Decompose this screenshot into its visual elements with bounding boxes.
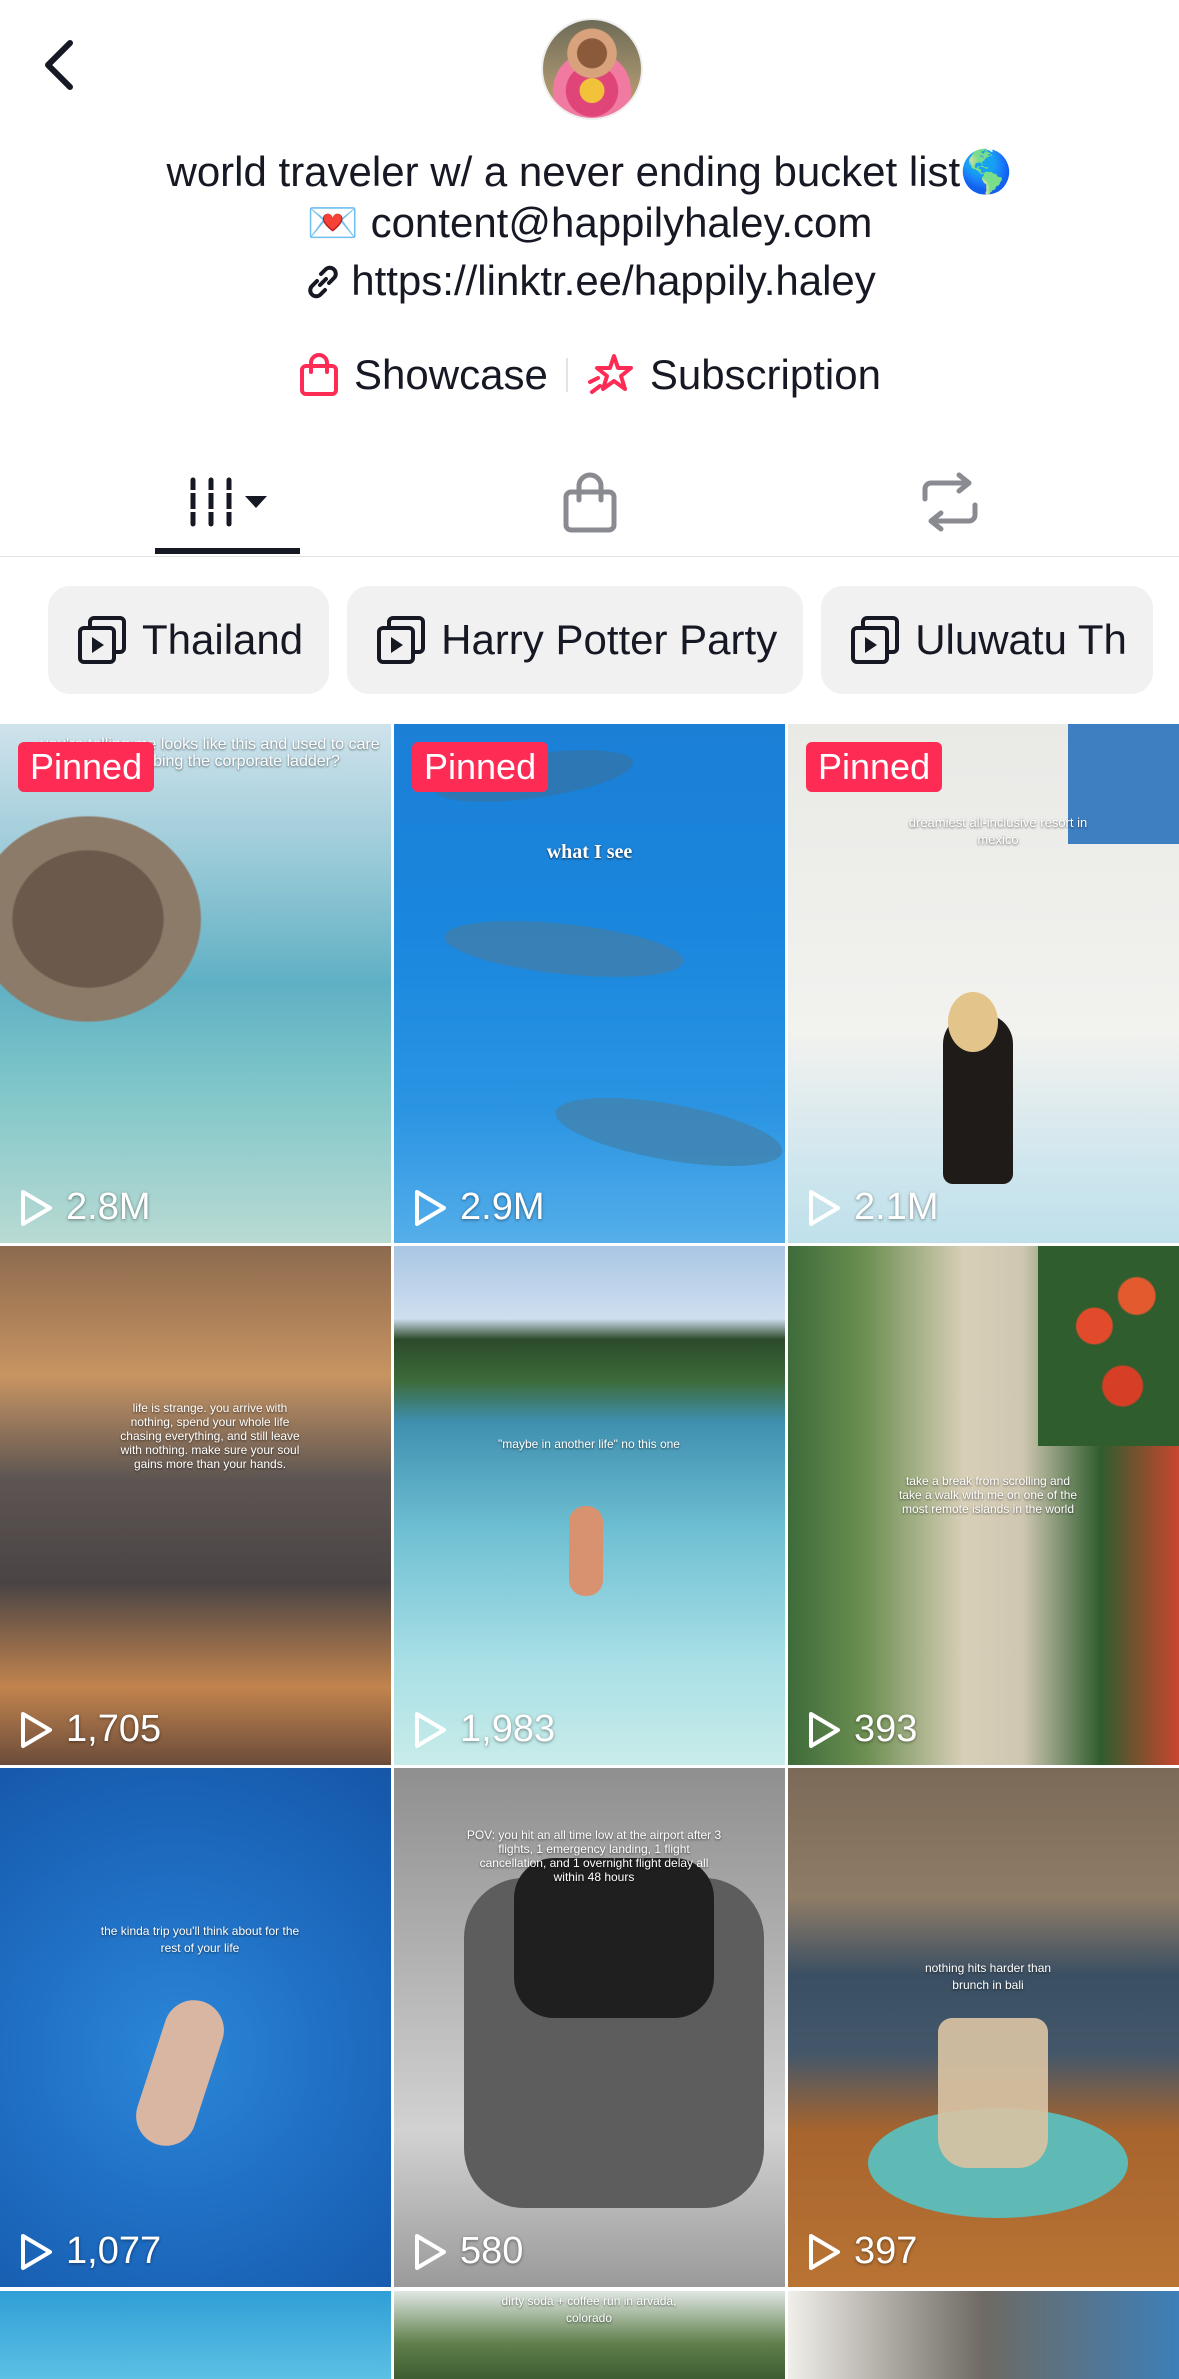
- view-count: 580: [412, 2230, 523, 2273]
- chevron-left-icon: [45, 40, 73, 90]
- video-caption: take a break from scrolling and take a w…: [898, 1474, 1078, 1516]
- video-tile[interactable]: what I see Pinned 2.9M: [394, 724, 785, 1243]
- profile-actions: Showcase Subscription: [0, 345, 1179, 405]
- playlist-uluwatu[interactable]: Uluwatu Th: [821, 586, 1153, 694]
- play-icon: [415, 1711, 446, 1748]
- tab-videos[interactable]: [155, 448, 300, 556]
- play-icon: [415, 1189, 446, 1226]
- showcase-label: Showcase: [354, 351, 548, 398]
- view-count-text: 580: [460, 2230, 524, 2272]
- pinned-badge: Pinned: [412, 742, 549, 792]
- thumbnail-person: [569, 1506, 603, 1596]
- back-button[interactable]: [30, 30, 90, 100]
- video-tile[interactable]: [788, 2291, 1179, 2379]
- bio-link[interactable]: https://linktr.ee/happily.haley: [0, 256, 1179, 306]
- thumbnail-dolphin: [550, 1084, 785, 1180]
- bio-line-1: world traveler w/ a never ending bucket …: [166, 148, 1013, 195]
- view-count-text: 397: [854, 2230, 918, 2272]
- bio-link-text: https://linktr.ee/happily.haley: [351, 257, 876, 304]
- tab-reposts[interactable]: [905, 448, 995, 556]
- video-tile[interactable]: take a break from scrolling and take a w…: [788, 1246, 1179, 1765]
- video-tile[interactable]: "maybe in another life" no this one 1,98…: [394, 1246, 785, 1765]
- thumbnail-diver: [128, 1992, 232, 2154]
- playlist-label: Uluwatu Th: [915, 616, 1127, 663]
- pinned-badge: Pinned: [806, 742, 943, 792]
- play-icon: [809, 2233, 840, 2270]
- repost-icon: [922, 472, 978, 532]
- shopping-bag-icon: [300, 353, 339, 396]
- view-count-text: 1,705: [66, 1708, 162, 1750]
- playlist-harry-potter-party[interactable]: Harry Potter Party: [347, 586, 804, 694]
- view-count-text: 1,983: [460, 1708, 556, 1750]
- subscription-button[interactable]: Subscription: [568, 351, 899, 399]
- playlist-row: Thailand Harry Potter Party Uluwatu Th: [48, 586, 1153, 694]
- video-tile[interactable]: POV: you hit an all time low at the airp…: [394, 1768, 785, 2287]
- profile-tabs: [0, 448, 1179, 557]
- playlist-icon: [377, 616, 426, 664]
- view-count: 397: [806, 2230, 917, 2273]
- view-count: 1,705: [18, 1708, 161, 1751]
- video-caption: what I see: [546, 841, 633, 863]
- view-count: 393: [806, 1708, 917, 1751]
- view-count: 1,077: [18, 2230, 161, 2273]
- playlist-icon: [78, 616, 126, 664]
- tab-shop[interactable]: [545, 448, 635, 556]
- thumbnail-dolphin: [442, 911, 686, 987]
- video-caption: dreamiest all-inclusive resort in mexico: [908, 815, 1088, 847]
- play-icon: [21, 1189, 52, 1226]
- view-count: 2.8M: [18, 1186, 150, 1229]
- playlist-label: Harry Potter Party: [441, 616, 778, 663]
- pinned-badge: Pinned: [18, 742, 155, 792]
- view-count-text: 1,077: [66, 2230, 162, 2272]
- video-tile[interactable]: dreamiest all-inclusive resort in mexico…: [788, 724, 1179, 1243]
- thumbnail-rocks: [0, 799, 220, 1039]
- video-tile[interactable]: you're telling me looks like this and us…: [0, 724, 391, 1243]
- view-count-text: 393: [854, 1708, 918, 1750]
- play-icon: [415, 2233, 446, 2270]
- playlist-thailand[interactable]: Thailand: [48, 586, 330, 694]
- showcase-button[interactable]: Showcase: [280, 351, 566, 399]
- active-tab-indicator: [155, 548, 300, 554]
- thumbnail-person-head: [948, 992, 998, 1052]
- playlist-icon: [851, 616, 900, 664]
- video-tile[interactable]: [0, 2291, 391, 2379]
- video-caption: POV: you hit an all time low at the airp…: [466, 1828, 722, 1884]
- playlist-label: Thailand: [142, 616, 304, 663]
- view-count: 2.9M: [412, 1186, 544, 1229]
- video-tile[interactable]: the kinda trip you'll think about for th…: [0, 1768, 391, 2287]
- avatar[interactable]: [541, 18, 643, 120]
- play-icon: [21, 2233, 52, 2270]
- play-icon: [809, 1711, 840, 1748]
- video-caption: nothing hits harder than brunch in bali: [924, 1961, 1052, 1992]
- video-tile[interactable]: dirty soda + coffee run in arvada, color…: [394, 2291, 785, 2379]
- view-count: 1,983: [412, 1708, 555, 1751]
- video-caption: dirty soda + coffee run in arvada, color…: [501, 2294, 677, 2325]
- view-count-text: 2.9M: [460, 1186, 545, 1228]
- link-icon: [308, 265, 338, 299]
- video-caption: the kinda trip you'll think about for th…: [100, 1924, 300, 1955]
- view-count-text: 2.1M: [854, 1186, 939, 1228]
- shopping-bag-icon: [563, 472, 617, 533]
- star-badge-icon: [587, 354, 633, 394]
- view-count-text: 2.8M: [66, 1186, 151, 1228]
- subscription-label: Subscription: [649, 351, 881, 398]
- thumbnail-coffee: [938, 2018, 1048, 2168]
- video-tile[interactable]: nothing hits harder than brunch in bali …: [788, 1768, 1179, 2287]
- video-caption: "maybe in another life" no this one: [498, 1437, 680, 1451]
- view-count: 2.1M: [806, 1186, 938, 1229]
- play-icon: [809, 1189, 840, 1226]
- grid-icon: [186, 477, 267, 527]
- play-icon: [21, 1711, 52, 1748]
- video-caption: life is strange. you arrive with nothing…: [120, 1401, 300, 1471]
- bio-line-2: 💌 content@happilyhaley.com: [306, 199, 873, 246]
- thumbnail-flowers: [1038, 1246, 1179, 1446]
- video-tile[interactable]: life is strange. you arrive with nothing…: [0, 1246, 391, 1765]
